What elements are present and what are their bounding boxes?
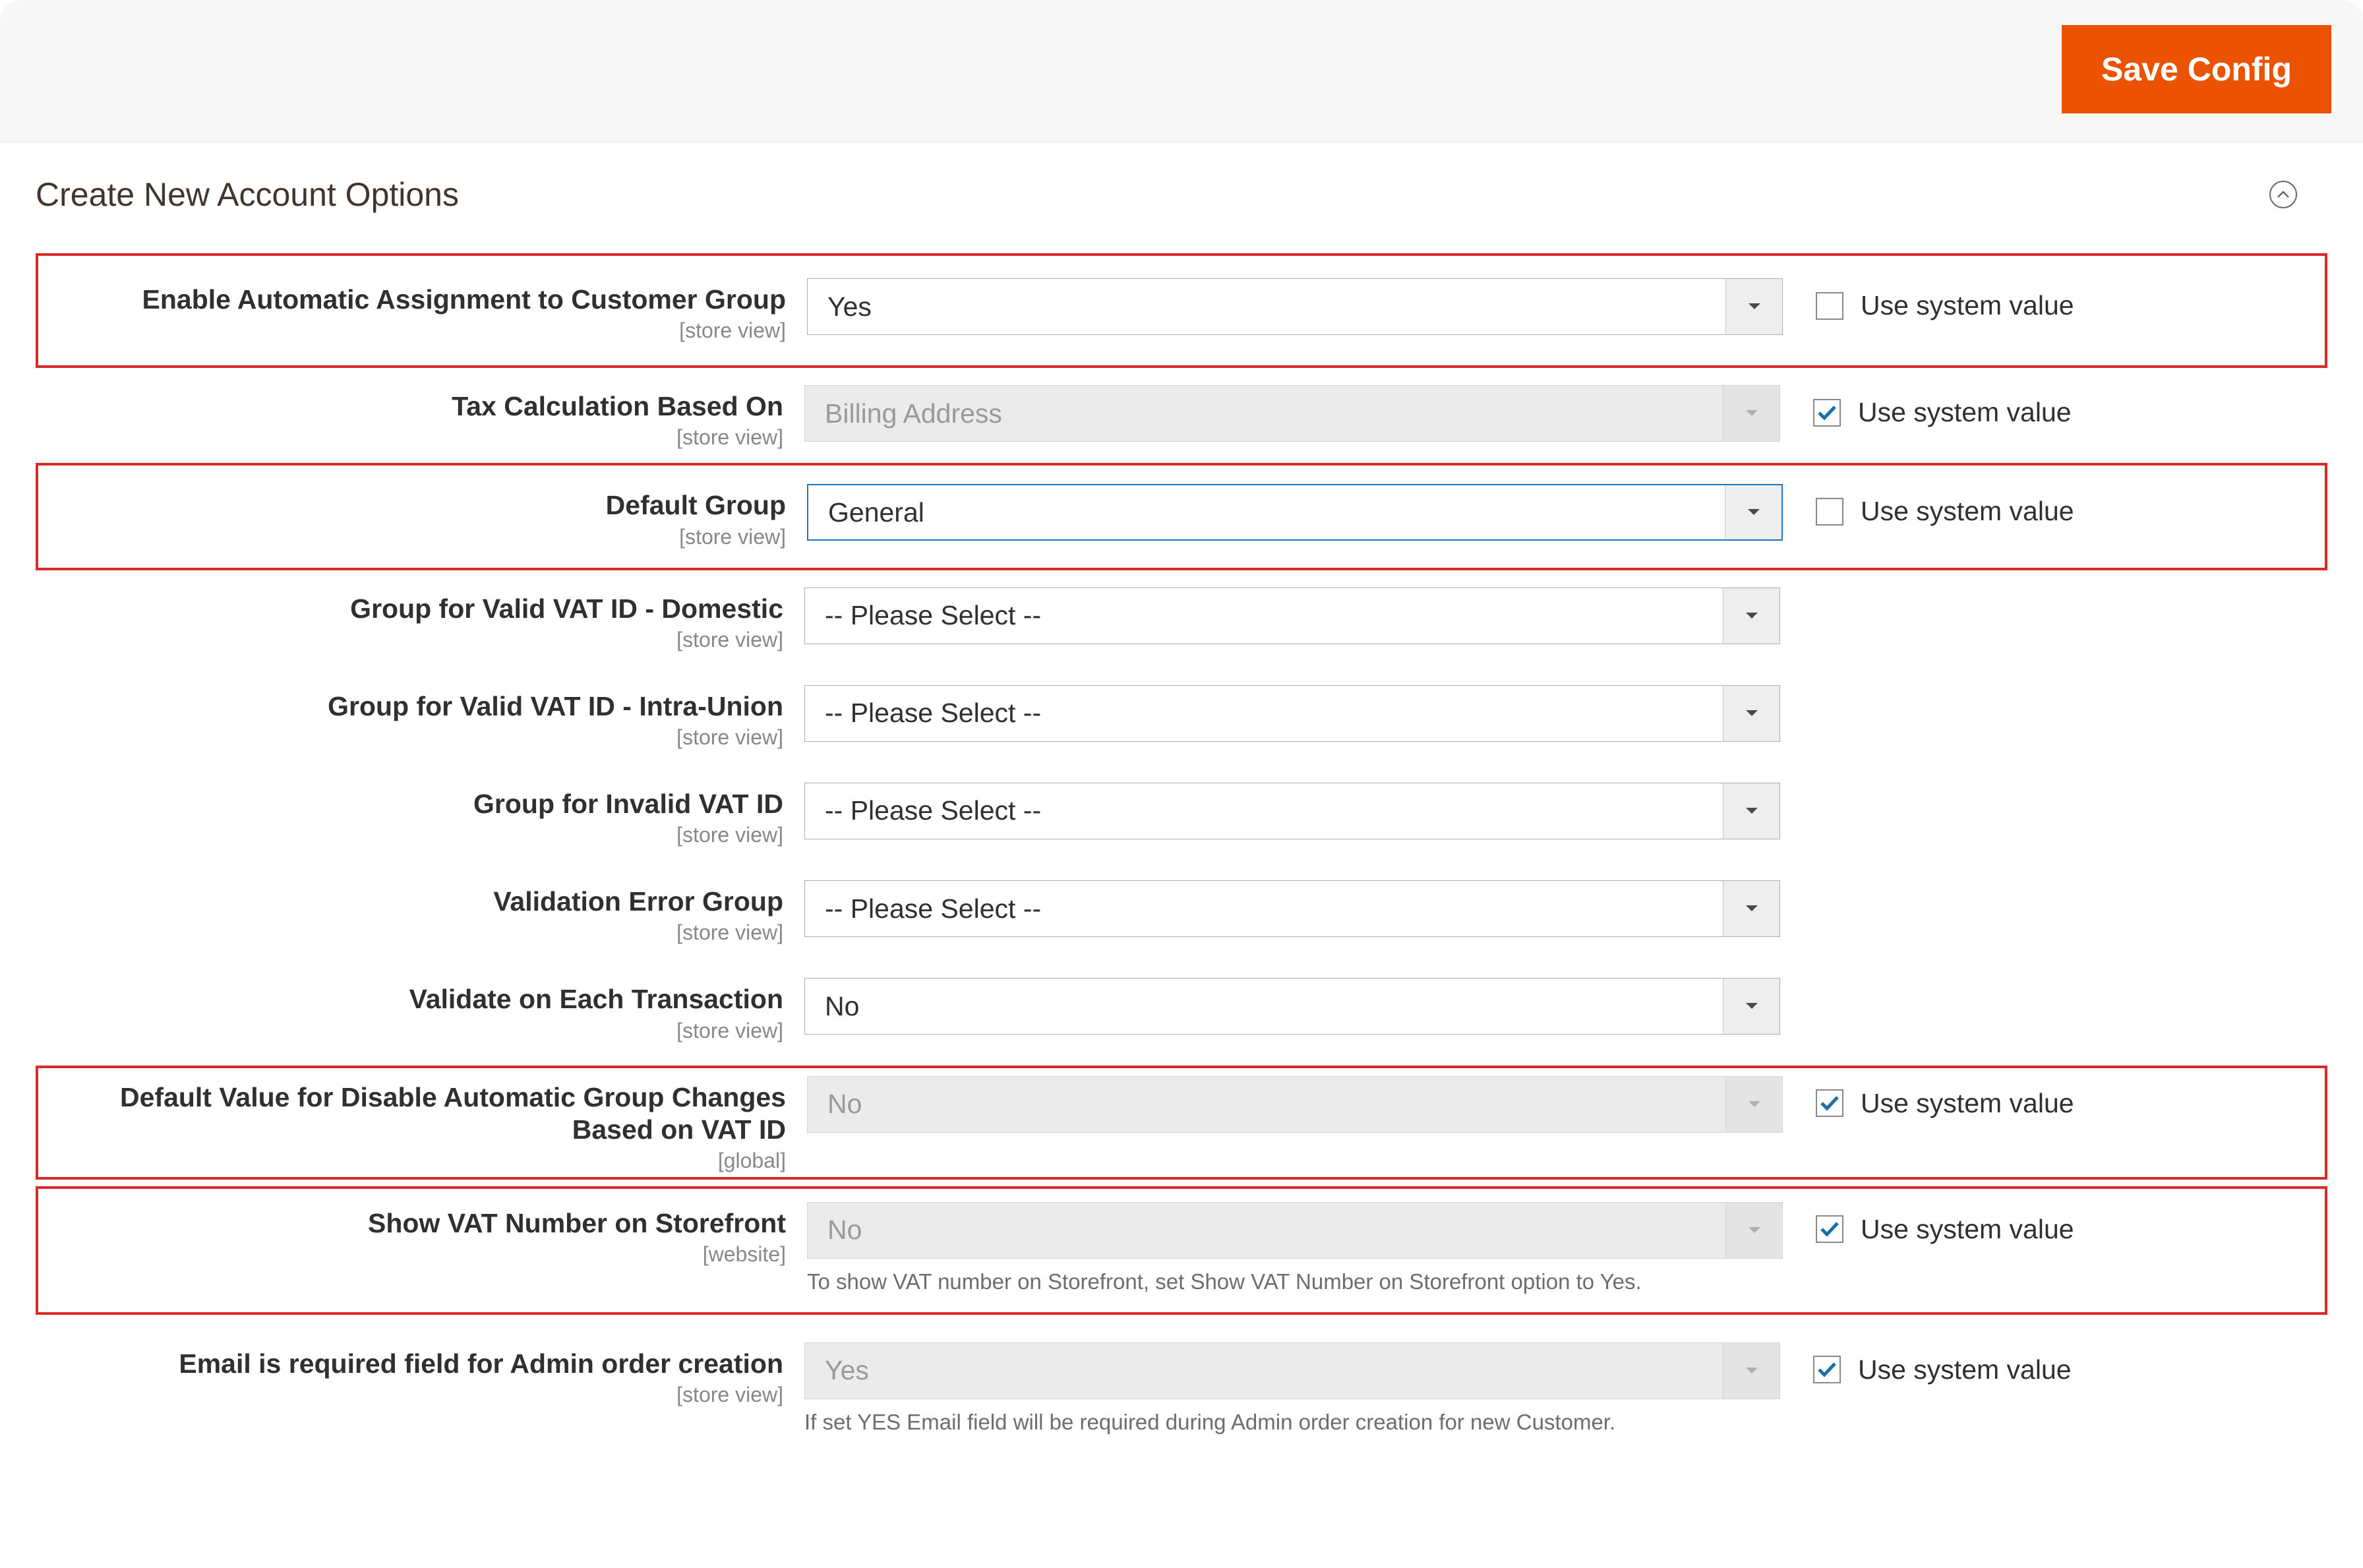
- chevron-down-icon: [1723, 686, 1780, 741]
- select-default-disable-auto: No: [807, 1076, 1783, 1133]
- label-tax-calculation: Tax Calculation Based On: [36, 390, 783, 423]
- select-value: No: [827, 1215, 862, 1246]
- row-show-vat-storefront: Show VAT Number on Storefront [website] …: [36, 1186, 2327, 1315]
- select-value: Yes: [825, 1355, 869, 1386]
- checkbox-use-system-r9[interactable]: [1816, 1215, 1843, 1243]
- select-enable-auto-assignment[interactable]: Yes: [807, 278, 1783, 335]
- label-group-invalid-vat: Group for Invalid VAT ID: [36, 788, 783, 820]
- select-value: Yes: [827, 291, 872, 322]
- collapse-icon[interactable]: [2269, 181, 2297, 208]
- checkbox-use-system-r8[interactable]: [1816, 1089, 1843, 1117]
- select-show-vat-storefront: No: [807, 1202, 1783, 1259]
- label-group-valid-vat-intra: Group for Valid VAT ID - Intra-Union: [36, 690, 783, 723]
- select-email-required: Yes: [804, 1342, 1780, 1399]
- scope-tax-calculation: [store view]: [36, 425, 783, 450]
- label-default-disable-auto: Default Value for Disable Automatic Grou…: [38, 1081, 786, 1146]
- checkbox-label: Use system value: [1858, 1354, 2072, 1385]
- chevron-down-icon: [1723, 783, 1780, 839]
- row-email-required: Email is required field for Admin order …: [36, 1320, 2327, 1443]
- content: Create New Account Options Enable Automa…: [0, 142, 2363, 1443]
- form-rows: Enable Automatic Assignment to Customer …: [36, 253, 2327, 1443]
- select-group-valid-vat-intra[interactable]: -- Please Select --: [804, 685, 1780, 742]
- chevron-down-icon: [1723, 979, 1780, 1034]
- chevron-down-icon: [1723, 386, 1780, 441]
- checkbox-use-system-r0[interactable]: [1816, 292, 1843, 320]
- select-value: -- Please Select --: [825, 600, 1041, 631]
- row-tax-calculation: Tax Calculation Based On [store view] Bi…: [36, 378, 2327, 463]
- label-show-vat-storefront: Show VAT Number on Storefront: [38, 1207, 786, 1240]
- label-enable-auto-assignment: Enable Automatic Assignment to Customer …: [38, 284, 786, 316]
- row-default-disable-auto: Default Value for Disable Automatic Grou…: [36, 1066, 2327, 1180]
- label-default-group: Default Group: [38, 489, 786, 522]
- chevron-down-icon: [1725, 279, 1782, 334]
- checkbox-label: Use system value: [1861, 290, 2074, 321]
- label-validation-error-group: Validation Error Group: [36, 886, 783, 918]
- checkbox-label: Use system value: [1861, 1214, 2074, 1245]
- scope-enable-auto-assignment: [store view]: [38, 318, 786, 343]
- select-value: -- Please Select --: [825, 893, 1041, 924]
- row-validate-each-txn: Validate on Each Transaction [store view…: [36, 971, 2327, 1065]
- checkbox-label: Use system value: [1861, 496, 2074, 527]
- chevron-down-icon: [1725, 1077, 1782, 1132]
- row-group-invalid-vat: Group for Invalid VAT ID [store view] --…: [36, 776, 2327, 874]
- select-value: -- Please Select --: [825, 795, 1041, 826]
- row-group-valid-vat-intra: Group for Valid VAT ID - Intra-Union [st…: [36, 678, 2327, 776]
- select-group-invalid-vat[interactable]: -- Please Select --: [804, 783, 1780, 839]
- hint-show-vat-storefront: To show VAT number on Storefront, set Sh…: [807, 1268, 1783, 1296]
- select-default-group[interactable]: General: [807, 484, 1783, 541]
- row-group-valid-vat-domestic: Group for Valid VAT ID - Domestic [store…: [36, 581, 2327, 678]
- select-value: General: [828, 497, 924, 528]
- scope-validation-error-group: [store view]: [36, 920, 783, 945]
- select-value: -- Please Select --: [825, 698, 1041, 729]
- scope-validate-each-txn: [store view]: [36, 1019, 783, 1043]
- select-value: No: [827, 1089, 862, 1120]
- scope-default-group: [store view]: [38, 525, 786, 549]
- scope-group-valid-vat-domestic: [store view]: [36, 628, 783, 652]
- save-config-button[interactable]: Save Config: [2062, 25, 2331, 113]
- label-group-valid-vat-domestic: Group for Valid VAT ID - Domestic: [36, 593, 783, 625]
- chevron-down-icon: [1725, 485, 1781, 539]
- checkbox-use-system-r2[interactable]: [1816, 498, 1843, 526]
- scope-email-required: [store view]: [36, 1383, 783, 1407]
- scope-default-disable-auto: [global]: [38, 1149, 786, 1173]
- select-validate-each-txn[interactable]: No: [804, 978, 1780, 1035]
- page: Save Config Create New Account Options E…: [0, 0, 2363, 1568]
- hint-email-required: If set YES Email field will be required …: [804, 1408, 1780, 1437]
- section-title: Create New Account Options: [36, 175, 459, 214]
- scope-group-valid-vat-intra: [store view]: [36, 725, 783, 750]
- row-enable-auto-assignment: Enable Automatic Assignment to Customer …: [36, 253, 2327, 368]
- scope-show-vat-storefront: [website]: [38, 1242, 786, 1267]
- select-value: Billing Address: [825, 398, 1002, 429]
- checkbox-label: Use system value: [1861, 1088, 2074, 1119]
- section-header[interactable]: Create New Account Options: [36, 175, 2327, 214]
- scope-group-invalid-vat: [store view]: [36, 823, 783, 847]
- select-validation-error-group[interactable]: -- Please Select --: [804, 880, 1780, 937]
- checkbox-use-system-r1[interactable]: [1813, 399, 1841, 427]
- top-bar: Save Config: [0, 0, 2363, 142]
- checkbox-use-system-r10[interactable]: [1813, 1356, 1841, 1383]
- row-default-group: Default Group [store view] General Use s…: [36, 463, 2327, 570]
- select-group-valid-vat-domestic[interactable]: -- Please Select --: [804, 588, 1780, 644]
- label-email-required: Email is required field for Admin order …: [36, 1348, 783, 1380]
- row-validation-error-group: Validation Error Group [store view] -- P…: [36, 874, 2327, 971]
- chevron-down-icon: [1723, 881, 1780, 936]
- select-tax-calculation: Billing Address: [804, 385, 1780, 442]
- select-value: No: [825, 991, 859, 1022]
- chevron-down-icon: [1723, 588, 1780, 644]
- chevron-down-icon: [1723, 1343, 1780, 1399]
- checkbox-label: Use system value: [1858, 397, 2072, 428]
- label-validate-each-txn: Validate on Each Transaction: [36, 983, 783, 1015]
- chevron-down-icon: [1725, 1203, 1782, 1258]
